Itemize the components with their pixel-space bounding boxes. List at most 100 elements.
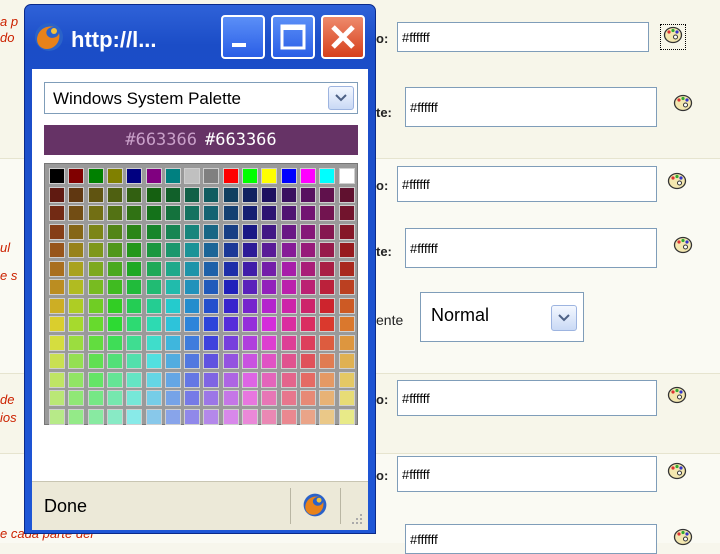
color-swatch[interactable] (338, 316, 355, 332)
color-swatch[interactable] (299, 168, 316, 184)
color-swatch[interactable] (87, 186, 104, 203)
color-swatch[interactable] (299, 390, 316, 406)
color-swatch[interactable] (184, 260, 201, 277)
color-hex-input[interactable] (405, 524, 657, 554)
color-swatch[interactable] (280, 186, 297, 203)
color-picker-button[interactable] (664, 384, 690, 410)
color-swatch[interactable] (87, 260, 104, 277)
color-swatch[interactable] (319, 371, 336, 388)
color-swatch[interactable] (338, 334, 355, 351)
color-swatch[interactable] (184, 353, 201, 369)
color-swatch[interactable] (242, 279, 258, 295)
color-swatch[interactable] (280, 353, 297, 369)
color-swatch[interactable] (145, 353, 162, 369)
color-swatch[interactable] (49, 168, 65, 184)
color-swatch[interactable] (49, 279, 65, 295)
color-swatch[interactable] (184, 168, 201, 184)
color-swatch[interactable] (184, 242, 201, 258)
color-swatch[interactable] (222, 297, 239, 314)
color-swatch[interactable] (261, 353, 278, 369)
color-swatch[interactable] (319, 353, 336, 369)
color-swatch[interactable] (280, 408, 297, 425)
color-swatch[interactable] (338, 408, 355, 425)
color-swatch[interactable] (164, 353, 181, 369)
color-swatch[interactable] (280, 334, 297, 351)
color-swatch[interactable] (261, 223, 278, 240)
color-hex-input[interactable] (397, 456, 657, 492)
color-swatch[interactable] (164, 242, 181, 258)
minimize-button[interactable] (221, 15, 265, 59)
color-swatch[interactable] (106, 242, 123, 258)
color-swatch[interactable] (68, 408, 85, 425)
color-swatch[interactable] (299, 186, 316, 203)
color-swatch[interactable] (106, 316, 123, 332)
color-swatch[interactable] (338, 279, 355, 295)
color-swatch[interactable] (145, 316, 162, 332)
color-swatch[interactable] (299, 334, 316, 351)
color-swatch[interactable] (164, 390, 181, 406)
color-hex-input[interactable] (405, 87, 657, 127)
color-swatch[interactable] (203, 297, 220, 314)
color-swatch[interactable] (242, 205, 258, 221)
color-swatch[interactable] (242, 297, 258, 314)
color-swatch[interactable] (222, 390, 239, 406)
color-swatch[interactable] (242, 186, 258, 203)
color-swatch[interactable] (261, 260, 278, 277)
color-swatch[interactable] (87, 168, 104, 184)
color-swatch[interactable] (164, 316, 181, 332)
color-swatch[interactable] (184, 205, 201, 221)
color-swatch[interactable] (338, 260, 355, 277)
color-swatch[interactable] (299, 260, 316, 277)
color-swatch[interactable] (299, 316, 316, 332)
color-swatch[interactable] (164, 260, 181, 277)
palette-select[interactable]: Windows System Palette (44, 82, 358, 114)
color-swatch[interactable] (164, 186, 181, 203)
color-swatch[interactable] (261, 316, 278, 332)
color-swatch[interactable] (338, 390, 355, 406)
color-swatch[interactable] (222, 408, 239, 425)
color-swatch[interactable] (203, 205, 220, 221)
color-swatch[interactable] (145, 390, 162, 406)
color-swatch[interactable] (299, 242, 316, 258)
color-swatch[interactable] (338, 186, 355, 203)
color-hex-input[interactable] (405, 228, 657, 268)
color-swatch[interactable] (68, 242, 85, 258)
color-swatch[interactable] (106, 353, 123, 369)
color-swatch[interactable] (164, 371, 181, 388)
color-swatch[interactable] (68, 279, 85, 295)
color-swatch[interactable] (242, 390, 258, 406)
color-swatch[interactable] (164, 205, 181, 221)
color-swatch[interactable] (164, 408, 181, 425)
color-swatch[interactable] (184, 334, 201, 351)
color-swatch[interactable] (164, 168, 181, 184)
color-swatch[interactable] (87, 297, 104, 314)
color-swatch[interactable] (49, 260, 65, 277)
color-swatch[interactable] (261, 242, 278, 258)
color-swatch[interactable] (319, 334, 336, 351)
color-swatch[interactable] (106, 223, 123, 240)
color-swatch[interactable] (222, 186, 239, 203)
color-swatch[interactable] (184, 371, 201, 388)
color-swatch[interactable] (319, 316, 336, 332)
color-swatch[interactable] (242, 371, 258, 388)
color-swatch[interactable] (319, 279, 336, 295)
color-swatch[interactable] (319, 186, 336, 203)
color-swatch[interactable] (106, 186, 123, 203)
color-picker-button[interactable] (664, 460, 690, 486)
color-swatch[interactable] (49, 297, 65, 314)
color-swatch[interactable] (261, 390, 278, 406)
color-swatch[interactable] (280, 279, 297, 295)
color-swatch[interactable] (319, 205, 336, 221)
color-swatch[interactable] (126, 334, 143, 351)
maximize-button[interactable] (271, 15, 315, 59)
color-swatch[interactable] (222, 205, 239, 221)
title-bar[interactable]: http://l... (25, 5, 375, 69)
color-swatch[interactable] (184, 223, 201, 240)
color-swatch[interactable] (222, 279, 239, 295)
color-swatch[interactable] (242, 223, 258, 240)
color-swatch[interactable] (106, 279, 123, 295)
close-button[interactable] (321, 15, 365, 59)
color-swatch[interactable] (261, 205, 278, 221)
color-swatch[interactable] (145, 205, 162, 221)
color-swatch[interactable] (145, 223, 162, 240)
